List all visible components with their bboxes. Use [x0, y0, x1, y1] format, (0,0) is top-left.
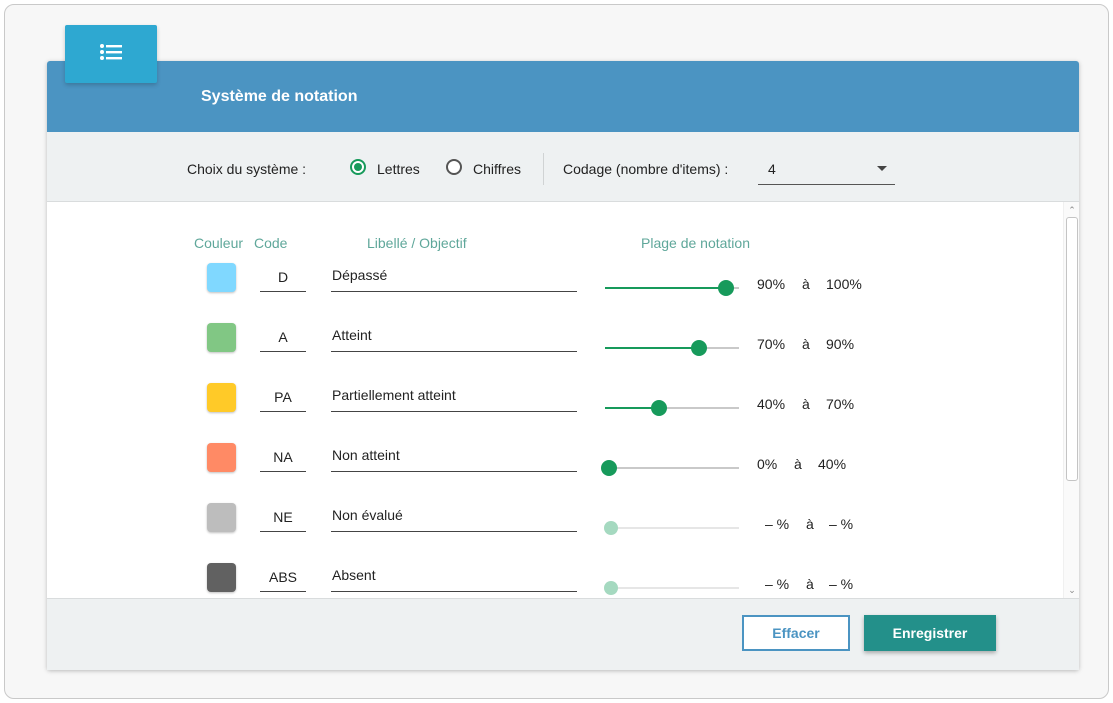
slider-fill — [605, 287, 726, 289]
chevron-down-icon — [877, 166, 887, 171]
color-swatch[interactable] — [207, 263, 236, 292]
code-field[interactable]: NA — [260, 443, 306, 472]
color-swatch[interactable] — [207, 383, 236, 412]
header-badge — [65, 25, 157, 83]
range-from: 90% — [757, 276, 786, 292]
slider-track — [605, 280, 739, 296]
range-to: – % — [829, 516, 854, 532]
scroll-up-icon[interactable]: ⌃ — [1068, 206, 1076, 215]
column-header-color: Couleur — [194, 235, 244, 251]
range-separator: à — [806, 576, 814, 592]
scrollbar-thumb[interactable] — [1066, 217, 1078, 481]
system-options-bar: Choix du système : Lettres Chiffres Coda… — [47, 132, 1079, 202]
range-separator: à — [802, 396, 810, 412]
code-field[interactable]: A — [260, 323, 306, 352]
column-header-code: Code — [254, 235, 288, 251]
coding-select-value: 4 — [768, 161, 776, 177]
range-separator: à — [794, 456, 802, 472]
range-separator: à — [802, 336, 810, 352]
range-separator: à — [802, 276, 810, 292]
code-field[interactable]: D — [260, 263, 306, 292]
color-swatch[interactable] — [207, 563, 236, 592]
table-row: D Dépassé 90% à 100% — [47, 263, 1079, 323]
color-swatch[interactable] — [207, 323, 236, 352]
table-row: ABS Absent – % à – % — [47, 563, 1079, 598]
slider-track — [601, 460, 739, 476]
range-from: – % — [765, 516, 790, 532]
slider-thumb[interactable] — [717, 280, 734, 296]
clear-button[interactable]: Effacer — [742, 615, 850, 651]
slider-thumb — [604, 521, 618, 535]
code-field[interactable]: ABS — [260, 563, 306, 592]
scroll-down-icon[interactable]: ⌄ — [1068, 586, 1076, 595]
radio-digits-label[interactable]: Chiffres — [473, 161, 521, 177]
system-choice-label: Choix du système : — [187, 161, 307, 177]
table-row: A Atteint 70% à 90% — [47, 323, 1079, 383]
slider-track — [605, 340, 739, 356]
color-swatch[interactable] — [207, 443, 236, 472]
label-field[interactable]: Dépassé — [331, 263, 577, 292]
divider — [543, 153, 544, 185]
range-from: 0% — [757, 456, 778, 472]
range-separator: à — [806, 516, 814, 532]
color-swatch[interactable] — [207, 503, 236, 532]
code-field[interactable]: NE — [260, 503, 306, 532]
grading-card: Système de notation Choix du système : L… — [47, 61, 1079, 670]
radio-letters[interactable] — [350, 159, 366, 175]
range-to: – % — [829, 576, 854, 592]
slider-track — [605, 400, 739, 416]
table-row: NA Non atteint 0% à 40% — [47, 443, 1079, 503]
label-field[interactable]: Non atteint — [331, 443, 577, 472]
range-to: 100% — [826, 276, 862, 292]
slider-thumb[interactable] — [650, 400, 667, 416]
slider-thumb[interactable] — [690, 340, 707, 356]
label-field[interactable]: Partiellement atteint — [331, 383, 577, 412]
column-header-label: Libellé / Objectif — [367, 235, 467, 251]
card-header: Système de notation — [47, 61, 1079, 132]
radio-digits[interactable] — [446, 159, 462, 175]
table-row: PA Partiellement atteint 40% à 70% — [47, 383, 1079, 443]
slider-track — [604, 581, 739, 595]
range-from: – % — [765, 576, 790, 592]
range-to: 40% — [818, 456, 847, 472]
range-to: 70% — [826, 396, 855, 412]
slider-track — [604, 521, 739, 535]
range-from: 40% — [757, 396, 786, 412]
range-to: 90% — [826, 336, 855, 352]
coding-label: Codage (nombre d'items) : — [563, 161, 729, 177]
slider-thumb[interactable] — [601, 460, 617, 476]
column-header-range: Plage de notation — [641, 235, 750, 251]
label-field[interactable]: Absent — [331, 563, 577, 592]
label-field[interactable]: Non évalué — [331, 503, 577, 532]
card-footer: Effacer Enregistrer — [47, 598, 1079, 670]
slider-fill — [605, 347, 699, 349]
page-title: Système de notation — [201, 88, 358, 105]
list-icon — [100, 44, 122, 60]
save-button[interactable]: Enregistrer — [864, 615, 996, 651]
coding-select[interactable]: 4 — [758, 151, 895, 185]
table-row: NE Non évalué – % à – % — [47, 503, 1079, 563]
label-field[interactable]: Atteint — [331, 323, 577, 352]
slider-thumb — [604, 581, 618, 595]
code-field[interactable]: PA — [260, 383, 306, 412]
grading-list: Couleur Code Libellé / Objectif Plage de… — [47, 202, 1079, 598]
radio-letters-label[interactable]: Lettres — [377, 161, 420, 177]
vertical-scrollbar[interactable]: ⌃ ⌄ — [1063, 202, 1079, 598]
app-window: Système de notation Choix du système : L… — [4, 4, 1109, 699]
range-from: 70% — [757, 336, 786, 352]
